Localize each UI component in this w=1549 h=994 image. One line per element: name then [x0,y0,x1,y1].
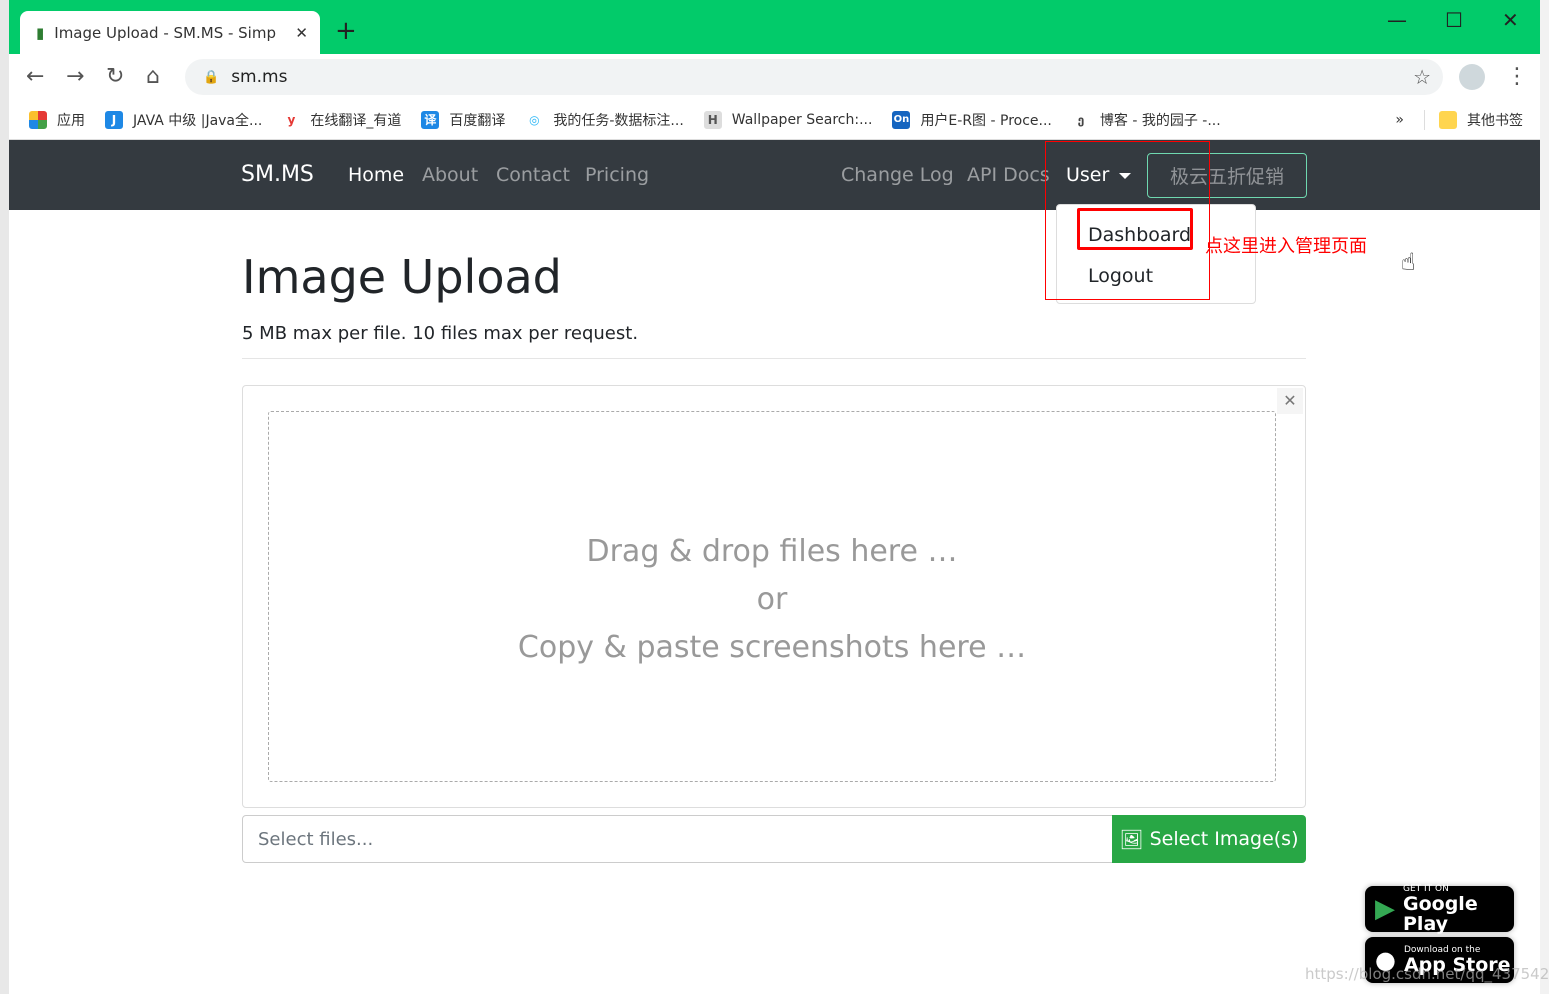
bookmark-label: 应用 [57,112,85,129]
bookmark-label: 博客 - 我的园子 -... [1099,112,1221,129]
address-bar[interactable]: 🔒 sm.ms ☆ [185,59,1443,95]
watermark: https://blog.csdn.net/qq_43754293 [1305,965,1549,983]
bookmark-label: Wallpaper Search:... [731,111,873,128]
hand-cursor-icon: ☝ [1401,248,1416,276]
star-icon[interactable]: ☆ [1413,65,1431,89]
avatar[interactable] [1459,64,1485,90]
title-bar: ▮ Image Upload - SM.MS - Simp ✕ + — ☐ ✕ [9,0,1540,54]
desktop-edge [0,0,9,994]
upload-zone: ✕ Drag & drop files here … or Copy & pas… [242,385,1306,808]
bookmark-item[interactable]: y 在线翻译_有道 [282,110,401,130]
other-bookmarks[interactable]: 其他书签 [1424,109,1523,130]
images-icon: 🖼 [1119,828,1144,851]
forward-icon[interactable]: → [66,64,84,89]
page-title: Image Upload [242,250,562,304]
chart-favicon-icon: ▮ [36,23,45,42]
processon-icon: On [892,110,911,129]
bookmark-item[interactable]: H Wallpaper Search:... [703,110,873,129]
minimize-icon[interactable]: — [1387,8,1407,32]
url-text: sm.ms [231,67,288,87]
reload-icon[interactable]: ↻ [106,64,124,89]
cnblogs-icon: ე [1077,112,1085,127]
home-icon[interactable]: ⌂ [146,64,160,89]
select-images-button[interactable]: 🖼 Select Image(s) [1112,815,1306,863]
tab-title: Image Upload - SM.MS - Simp [54,23,276,42]
bookmark-item[interactable]: 应用 [29,110,85,130]
java-icon: J [105,110,123,129]
bookmark-item[interactable]: 译百度翻译 [421,110,505,130]
annotation-highlight [1077,208,1193,250]
drop-or-text: or [756,582,788,617]
nav-pricing[interactable]: Pricing [585,164,649,186]
new-tab-button[interactable]: + [335,16,357,46]
site-navbar: SM.MS Home About Contact Pricing Change … [9,140,1540,210]
bookmark-label: 我的任务-数据标注... [553,112,684,129]
desktop-edge-right [1539,0,1549,994]
bookmark-label: 用户E-R图 - Proce... [920,112,1052,129]
youdao-icon: y [287,112,296,127]
nav-contact[interactable]: Contact [496,164,570,186]
divider [242,358,1306,359]
paste-text: Copy & paste screenshots here … [517,630,1027,665]
task-icon: ◎ [529,112,540,127]
nav-home[interactable]: Home [348,164,404,186]
file-input[interactable]: Select files... [242,815,1113,863]
menu-icon[interactable]: ⋮ [1506,64,1528,89]
wallpaper-icon: H [703,110,722,129]
bookmarks-bar: 应用 J JAVA 中级 |Java全... y 在线翻译_有道 译百度翻译 ◎ 我的… [9,100,1540,140]
back-icon[interactable]: ← [26,64,44,89]
nav-api-docs[interactable]: API Docs [967,164,1050,186]
bookmark-label: JAVA 中级 |Java全... [133,112,263,129]
bookmark-label: 在线翻译_有道 [310,112,402,129]
google-play-icon: ▶ [1375,894,1395,924]
lock-icon: 🔒 [203,69,220,85]
nav-change-log[interactable]: Change Log [841,164,954,186]
file-input-placeholder: Select files... [258,828,374,850]
more-label: » [1395,111,1404,128]
bookmark-item[interactable]: ◎ 我的任务-数据标注... [525,110,684,130]
maximize-icon[interactable]: ☐ [1445,8,1463,32]
folder-icon [1439,110,1457,129]
bookmark-item[interactable]: J JAVA 中级 |Java全... [105,110,262,130]
google-play-badge[interactable]: ▶ GET IT ON Google Play [1365,884,1514,935]
google-large-text: Google Play [1403,893,1478,935]
browser-window: ▮ Image Upload - SM.MS - Simp ✕ + — ☐ ✕ … [9,0,1549,994]
browser-tab[interactable]: ▮ Image Upload - SM.MS - Simp ✕ [20,11,320,54]
select-images-label: Select Image(s) [1149,828,1299,850]
annotation-text: 点这里进入管理页面 [1205,236,1367,257]
drop-area[interactable]: Drag & drop files here … or Copy & paste… [268,411,1276,782]
page-subtitle: 5 MB max per file. 10 files max per requ… [242,323,639,344]
baidu-translate-icon: 译 [421,110,440,129]
brand-logo[interactable]: SM.MS [241,162,314,187]
apps-grid-icon [29,110,47,129]
more-bookmarks-button[interactable]: » [1395,112,1404,128]
browser-toolbar: ← → ↻ ⌂ 🔒 sm.ms ☆ ⋮ [9,54,1540,100]
bookmark-item[interactable]: ე 博客 - 我的园子 -... [1072,110,1221,130]
bookmark-item[interactable]: On 用户E-R图 - Proce... [892,110,1052,130]
close-tab-icon[interactable]: ✕ [295,24,308,42]
close-window-icon[interactable]: ✕ [1502,8,1519,32]
close-icon[interactable]: ✕ [1277,388,1303,414]
other-bookmarks-label: 其他书签 [1467,112,1523,129]
drop-text: Drag & drop files here … [586,534,958,569]
bookmark-label: 百度翻译 [449,112,506,129]
nav-about[interactable]: About [422,164,478,186]
